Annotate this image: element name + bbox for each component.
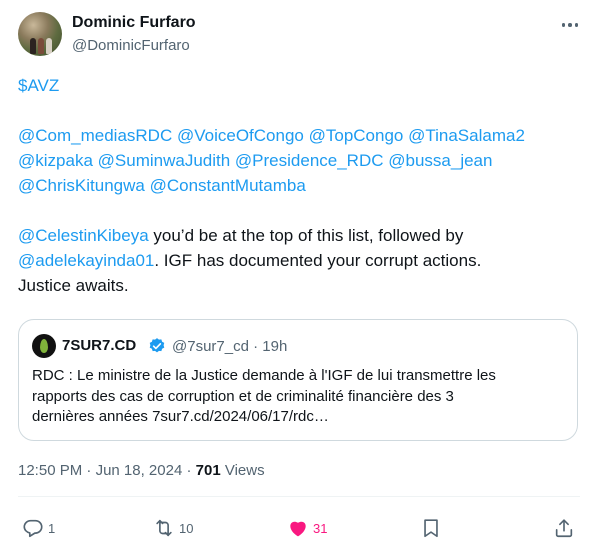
reply-button[interactable]: 1 <box>22 516 55 540</box>
like-button[interactable]: 31 <box>287 516 327 540</box>
author-avatar[interactable] <box>18 12 62 56</box>
mention-link[interactable]: @ConstantMutamba <box>150 176 306 195</box>
author-handle[interactable]: @DominicFurfaro <box>72 37 190 54</box>
like-count: 31 <box>313 520 328 536</box>
tweet-time[interactable]: 12:50 PM <box>18 462 82 479</box>
mention-link[interactable]: @SuminwaJudith <box>98 151 231 170</box>
quote-text-line: RDC : Le ministre de la Justice demande … <box>32 367 496 384</box>
mention-link[interactable]: @TinaSalama2 <box>408 126 525 145</box>
quote-text-line: dernières années 7sur7.cd/2024/06/17/rdc… <box>32 408 329 425</box>
share-button[interactable] <box>553 516 575 540</box>
reply-icon <box>23 519 43 538</box>
mention-link[interactable]: @Com_mediasRDC <box>18 126 172 145</box>
mention-link[interactable]: @CelestinKibeya <box>18 226 149 245</box>
retweet-count: 10 <box>179 520 194 536</box>
heart-icon <box>290 521 306 537</box>
author-name[interactable]: Dominic Furfaro <box>72 14 196 32</box>
retweet-button[interactable]: 10 <box>153 516 193 540</box>
tweet-sentence: you’d be at the top of this list, follow… <box>148 226 464 245</box>
tweet-date[interactable]: Jun 18, 2024 <box>96 462 183 479</box>
tweet-meta: 12:50 PM · Jun 18, 2024 · 701 Views <box>18 462 265 479</box>
more-options-icon[interactable] <box>556 14 584 36</box>
bookmark-button[interactable] <box>420 516 442 540</box>
mention-link[interactable]: @kizpaka <box>18 151 93 170</box>
retweet-icon <box>156 519 172 537</box>
verified-badge-icon <box>149 338 165 353</box>
divider <box>18 496 580 497</box>
tweet-sentence: . IGF has documented your corrupt action… <box>154 251 482 270</box>
quote-avatar <box>32 334 56 358</box>
quote-meta: @7sur7_cd · 19h <box>172 338 288 355</box>
views-count: 701 <box>195 462 221 479</box>
avatar-figure <box>38 38 44 54</box>
quote-handle: @7sur7_cd <box>172 338 249 355</box>
cashtag-link[interactable]: $AVZ <box>18 76 59 95</box>
mention-link[interactable]: @bussa_jean <box>388 151 492 170</box>
quote-time: 19h <box>262 338 288 355</box>
views-label: Views <box>224 462 265 479</box>
quoted-tweet-card[interactable]: 7SUR7.CD @7sur7_cd · 19h RDC : Le minist… <box>18 319 578 441</box>
quote-text: RDC : Le ministre de la Justice demande … <box>32 366 572 428</box>
mention-link[interactable]: @TopCongo <box>309 126 404 145</box>
tweet-text: $AVZ @Com_mediasRDC @VoiceOfCongo @TopCo… <box>18 73 583 298</box>
quote-text-line: rapports des cas de corruption et de cri… <box>32 387 454 405</box>
avatar-figure <box>46 38 52 54</box>
mention-link[interactable]: @Presidence_RDC <box>235 151 384 170</box>
mention-link[interactable]: @VoiceOfCongo <box>177 126 304 145</box>
mention-link[interactable]: @adelekayinda01 <box>18 251 154 270</box>
reply-count: 1 <box>48 520 56 536</box>
bookmark-icon <box>424 519 438 538</box>
quote-author-name: 7SUR7.CD <box>62 337 137 354</box>
mention-link[interactable]: @ChrisKitungwa <box>18 176 145 195</box>
share-icon <box>555 519 573 538</box>
avatar-figure <box>30 38 36 54</box>
tweet-sentence: Justice awaits. <box>18 276 129 295</box>
